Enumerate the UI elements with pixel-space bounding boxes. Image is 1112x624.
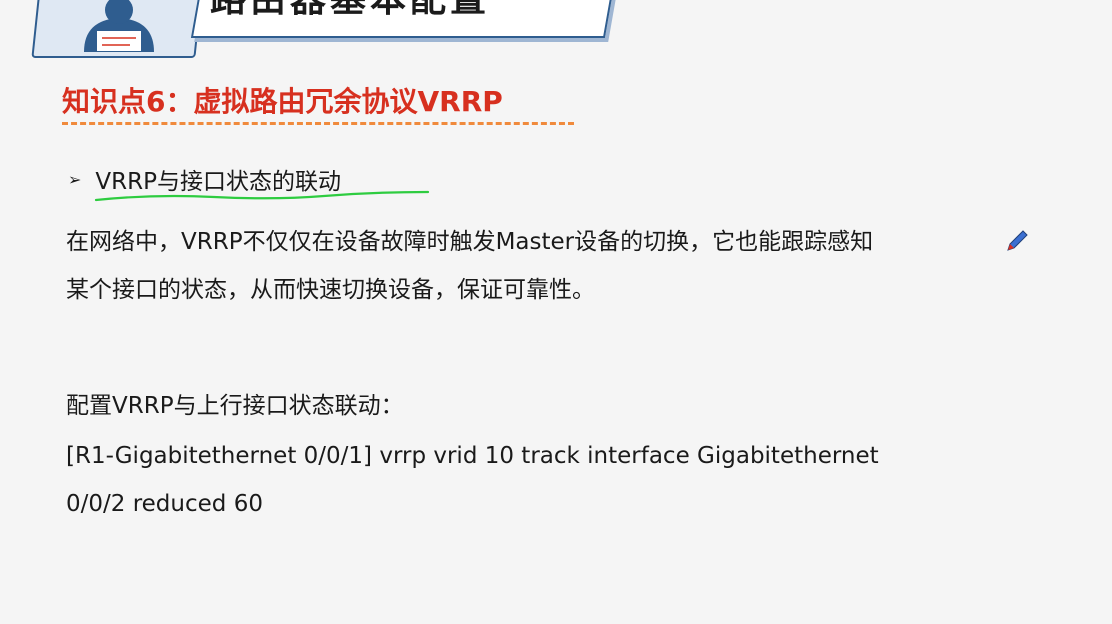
body-line-1: 在网络中，VRRP不仅仅在设备故障时触发Master设备的切换，它也能跟踪感知	[66, 229, 874, 255]
command-line-2: 0/0/2 reduced 60	[66, 491, 263, 517]
slide: 路由器基本配置 知识点6：虚拟路由冗余协议VRRP ➢ VRRP与接口状态的联动…	[0, 0, 1112, 624]
config-label: 配置VRRP与上行接口状态联动：	[66, 393, 404, 419]
arrow-bullet-icon: ➢	[68, 169, 82, 189]
mascot-illustration	[84, 0, 154, 52]
page-title: 路由器基本配置	[210, 0, 490, 20]
dashed-underline	[62, 122, 574, 125]
pen-icon	[1007, 230, 1028, 251]
hand-drawn-underline	[94, 190, 430, 202]
knowledge-point-title: 知识点6：虚拟路由冗余协议VRRP	[62, 85, 503, 118]
body-line-2: 某个接口的状态，从而快速切换设备，保证可靠性。	[66, 277, 595, 303]
command-line-1: [R1-Gigabitethernet 0/0/1] vrrp vrid 10 …	[66, 443, 879, 469]
